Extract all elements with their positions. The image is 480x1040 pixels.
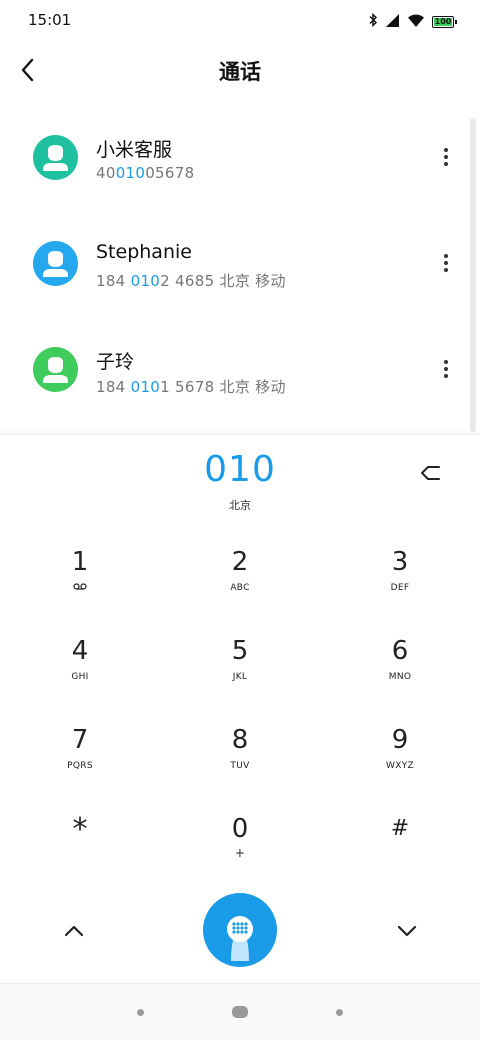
system-recents-button[interactable]: [336, 1009, 343, 1016]
dialpad-icon: [227, 916, 253, 961]
status-bar: 15:01 100: [0, 0, 480, 40]
key-2[interactable]: 2 ABC: [185, 539, 295, 619]
status-time: 15:01: [28, 11, 72, 29]
more-options-button[interactable]: [436, 248, 456, 278]
key-digit: 4: [71, 636, 89, 666]
voicemail-icon: [73, 583, 87, 590]
key-letters: MNO: [388, 672, 412, 682]
key-5[interactable]: 5 JKL: [185, 628, 295, 708]
battery-level: 100: [434, 16, 452, 26]
key-digit: 2: [231, 547, 249, 577]
more-options-button[interactable]: [436, 142, 456, 172]
chevron-down-icon: [397, 925, 417, 937]
battery-icon: 100: [432, 15, 457, 28]
contact-name: 小米客服: [96, 139, 173, 161]
system-nav-bar: [0, 983, 480, 1040]
key-star[interactable]: *: [25, 806, 135, 886]
key-letters: GHI: [71, 672, 89, 682]
avatar: [33, 241, 78, 286]
key-letters: WXYZ: [386, 761, 414, 771]
page-title: 通话: [219, 60, 261, 84]
scrollbar[interactable]: [470, 118, 476, 432]
contact-number: 184 0102 4685 北京 移动: [96, 272, 286, 290]
wifi-icon: [408, 12, 424, 31]
key-digit: 8: [231, 725, 249, 755]
dialed-number-location: 北京: [229, 499, 251, 512]
key-letters: +: [234, 846, 246, 860]
dialpad-toggle-button[interactable]: [203, 893, 277, 967]
avatar: [33, 135, 78, 180]
contact-number: 184 0101 5678 北京 移动: [96, 378, 286, 396]
key-4[interactable]: 4 GHI: [25, 628, 135, 708]
contact-row[interactable]: 小米客服 4001005678: [0, 104, 470, 210]
key-letters: DEF: [390, 583, 410, 593]
contact-list: 小米客服 4001005678 Stephanie 184 0102 4685 …: [0, 104, 480, 434]
signal-icon: [386, 12, 400, 31]
key-digit: #: [390, 816, 410, 841]
status-icons: 100: [368, 12, 457, 31]
key-6[interactable]: 6 MNO: [345, 628, 455, 708]
person-icon: [43, 357, 68, 383]
contact-name: Stephanie: [96, 241, 192, 263]
key-letters: PQRS: [67, 761, 93, 771]
key-8[interactable]: 8 TUV: [185, 717, 295, 797]
key-digit: 9: [391, 725, 409, 755]
contact-row[interactable]: 子玲 184 0101 5678 北京 移动: [0, 316, 470, 422]
key-letters: TUV: [230, 761, 250, 771]
previous-contact-button[interactable]: [56, 913, 92, 949]
person-icon: [43, 251, 68, 277]
backspace-icon: [421, 466, 440, 480]
key-letters: JKL: [232, 672, 248, 682]
key-hash[interactable]: #: [345, 806, 455, 886]
key-digit: 5: [231, 636, 249, 666]
chevron-up-icon: [64, 925, 84, 937]
avatar: [33, 347, 78, 392]
key-0[interactable]: 0 +: [185, 806, 295, 886]
next-contact-button[interactable]: [389, 913, 425, 949]
header: 通话: [0, 44, 480, 96]
key-digit: 7: [71, 725, 89, 755]
contact-row[interactable]: Stephanie 184 0102 4685 北京 移动: [0, 210, 470, 316]
key-digit: *: [72, 812, 88, 847]
dialed-number[interactable]: 010: [0, 449, 480, 490]
system-home-button[interactable]: [232, 1006, 248, 1018]
key-digit: 6: [391, 636, 409, 666]
contact-number: 4001005678: [96, 164, 195, 182]
key-7[interactable]: 7 PQRS: [25, 717, 135, 797]
system-back-button[interactable]: [137, 1009, 144, 1016]
bluetooth-icon: [368, 12, 378, 31]
key-digit: 0: [231, 814, 249, 844]
backspace-button[interactable]: [414, 457, 446, 489]
dialpad: 010 北京 1 2 ABC 3 DEF 4 GHI 5 JKL 6 MNO 7: [0, 434, 480, 982]
key-1[interactable]: 1: [25, 539, 135, 619]
key-9[interactable]: 9 WXYZ: [345, 717, 455, 797]
contact-name: 子玲: [96, 351, 135, 373]
key-digit: 3: [391, 547, 409, 577]
key-3[interactable]: 3 DEF: [345, 539, 455, 619]
person-icon: [43, 145, 68, 171]
key-letters: ABC: [230, 583, 250, 593]
more-options-button[interactable]: [436, 354, 456, 384]
key-digit: 1: [71, 547, 89, 577]
